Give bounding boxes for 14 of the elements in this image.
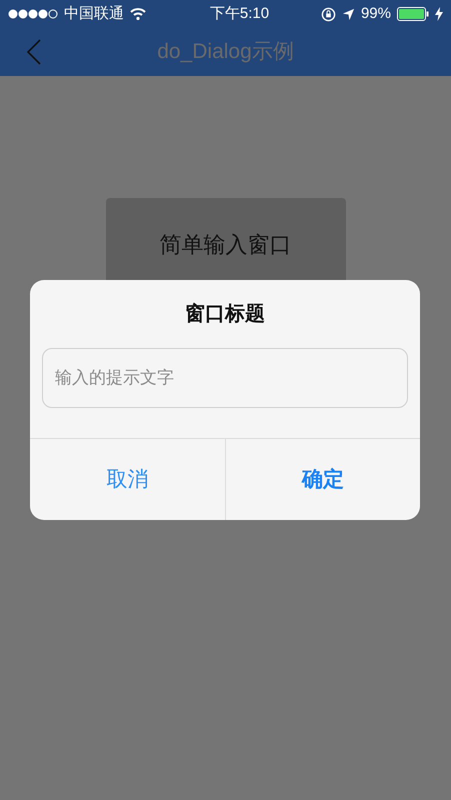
signal-icon	[8, 9, 58, 19]
clock-time: 下午5:10	[208, 4, 270, 24]
location-arrow-icon	[342, 8, 355, 20]
wifi-icon	[130, 8, 146, 20]
charging-bolt-icon	[435, 7, 443, 21]
battery-icon	[397, 7, 429, 21]
input-field[interactable]: 输入的提示文字	[42, 348, 408, 408]
rotation-lock-icon	[320, 6, 336, 22]
cancel-button[interactable]: 取消	[30, 439, 224, 520]
carrier-name: 中国联通	[64, 4, 124, 24]
confirm-button[interactable]: 确定	[224, 439, 420, 520]
nav-title: do_Dialog示例	[157, 39, 294, 66]
dialog-title: 窗口标题	[185, 302, 265, 327]
battery-percent: 99%	[360, 4, 391, 24]
